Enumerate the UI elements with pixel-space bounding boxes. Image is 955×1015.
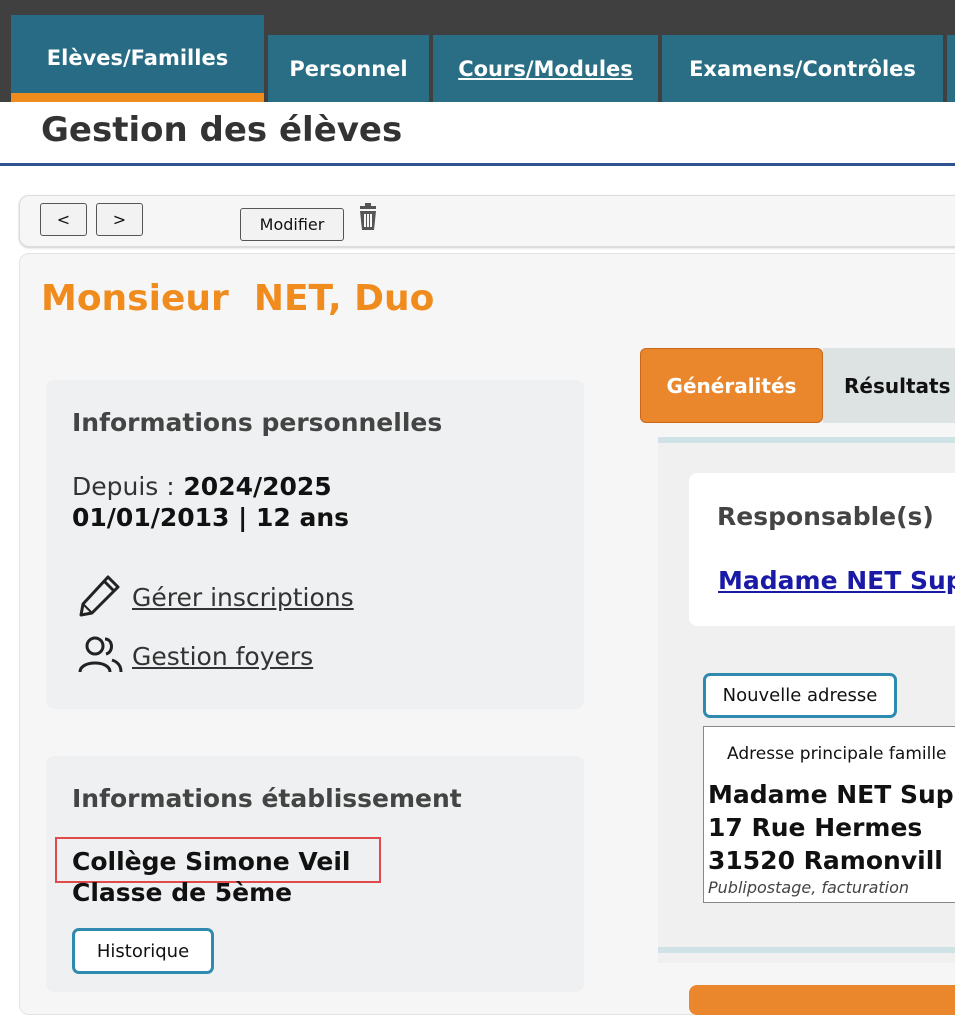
history-button[interactable]: Historique [72,928,214,974]
page-title: Gestion des élèves [41,110,403,150]
responsable-link[interactable]: Madame NET Sup [718,566,955,595]
record-toolbar [19,195,955,247]
tab-resultats[interactable]: Résultats [823,348,955,423]
new-address-button[interactable]: Nouvelle adresse [703,673,897,718]
tab-eleves-familles[interactable]: Elèves/Familles [11,15,264,102]
manage-households-link[interactable]: Gestion foyers [78,634,313,678]
tab-personnel[interactable]: Personnel [268,35,429,102]
address-line-3: 31520 Ramonvill [708,846,943,875]
school-name-highlight [55,837,381,883]
address-line-1: Madame NET Sup [708,780,954,809]
responsables-box [689,473,955,626]
address-line-2: 17 Rue Hermes [708,813,923,842]
section-divider [658,947,955,953]
manage-enrollments-label[interactable]: Gérer inscriptions [132,583,354,612]
responsables-heading: Responsable(s) [717,502,934,531]
users-icon [78,634,124,678]
personal-info-heading: Informations personnelles [72,408,443,437]
class-name: Classe de 5ème [72,878,293,907]
school-info-heading: Informations établissement [72,784,462,813]
tab-cours-modules[interactable]: Cours/Modules [433,35,658,102]
birth-line: 01/01/2013 | 12 ans [72,503,350,532]
tab-examens-controles[interactable]: Examens/Contrôles [662,35,943,102]
address-title: Adresse principale famille [727,744,947,764]
modify-button[interactable]: Modifier [240,208,344,241]
since-label: Depuis : [72,472,175,501]
address-note: Publipostage, facturation [708,878,910,897]
previous-button[interactable]: < [40,203,87,236]
next-button[interactable]: > [96,203,143,236]
tab-generalites[interactable]: Généralités [640,348,823,423]
pencil-icon [78,573,124,621]
manage-enrollments-link[interactable]: Gérer inscriptions [78,573,354,621]
since-value: 2024/2025 [183,472,332,501]
trash-icon[interactable] [355,203,381,231]
since-line: Depuis : 2024/2025 [72,472,332,501]
tab-overflow[interactable] [947,35,955,102]
student-name: Monsieur NET, Duo [41,278,435,319]
orange-section-header [689,985,955,1015]
manage-households-label[interactable]: Gestion foyers [132,642,313,671]
title-divider [0,163,955,166]
